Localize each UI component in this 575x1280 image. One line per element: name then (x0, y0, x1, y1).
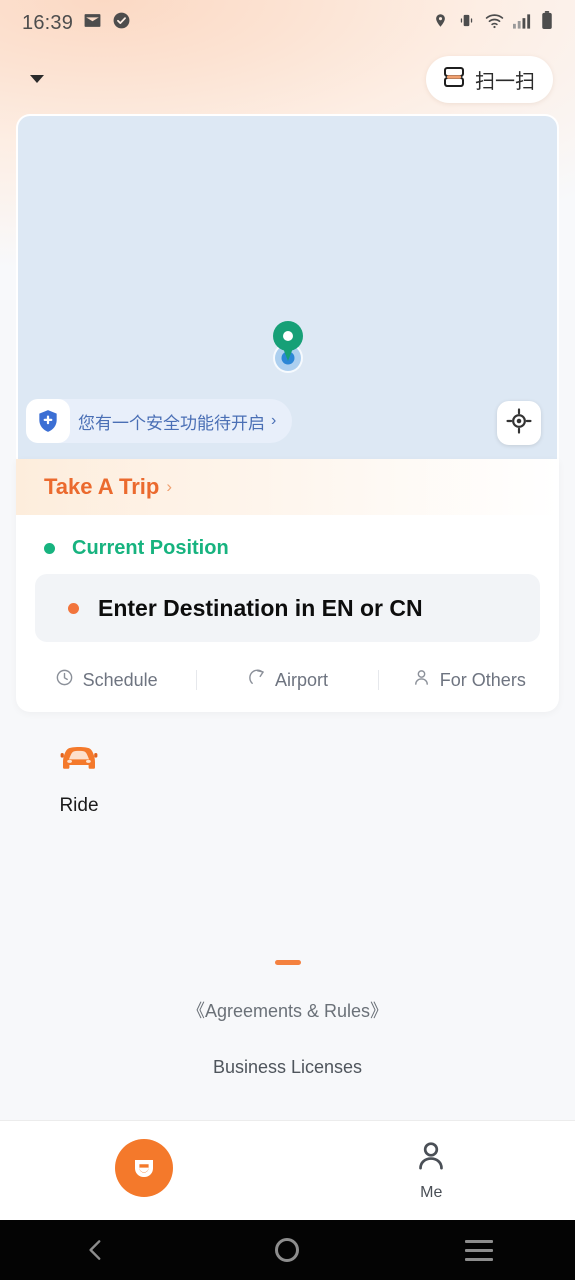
back-icon (89, 1240, 101, 1260)
status-bar-left: 16:39 (22, 11, 131, 35)
scan-code-icon (442, 65, 466, 94)
map-view[interactable]: 您有一个安全功能待开启 › (16, 114, 559, 459)
nav-item-home[interactable] (0, 1138, 288, 1203)
footer-section: 《Agreements & Rules》 Business Licenses (0, 960, 575, 1078)
app-header: 扫一扫 (0, 55, 575, 103)
nav-label-me: Me (420, 1184, 443, 1201)
quick-option-for-others[interactable]: For Others (379, 668, 559, 692)
business-licenses-link[interactable]: Business Licenses (213, 1057, 362, 1078)
status-bar-right (433, 11, 553, 35)
quick-option-label: For Others (439, 669, 526, 690)
quick-option-label: Airport (274, 669, 328, 690)
take-a-trip-label: Take A Trip (44, 474, 160, 499)
quick-option-airport[interactable]: Airport (197, 668, 377, 692)
signal-bars-icon (513, 13, 532, 34)
person-icon (414, 1139, 448, 1178)
android-navigation-bar (0, 1220, 575, 1280)
nav-item-me[interactable]: Me (288, 1139, 575, 1202)
booking-card: Take A Trip › Current Position Enter Des… (16, 459, 559, 712)
wifi-icon (485, 13, 504, 34)
battery-icon (541, 11, 553, 35)
chevron-right-icon: › (166, 477, 172, 496)
safety-banner-text: 您有一个安全功能待开启 (78, 413, 265, 433)
status-time: 16:39 (22, 11, 74, 34)
app-screen: 16:39 扫一扫 您有一个安全功能待开启 › Take A Trip › Cu… (0, 0, 575, 1280)
person-icon (412, 668, 431, 692)
locate-button[interactable] (497, 401, 541, 445)
agreements-link[interactable]: 《Agreements & Rules》 (187, 997, 388, 1023)
location-pin-icon (433, 12, 448, 34)
destination-pin-icon (272, 321, 303, 351)
origin-dot-icon (44, 543, 55, 554)
scan-label: 扫一扫 (475, 70, 535, 93)
bottom-navigation: Me (0, 1120, 575, 1220)
take-a-trip-header[interactable]: Take A Trip › (16, 459, 559, 515)
services-section: Ride (0, 740, 575, 817)
service-label: Ride (59, 795, 99, 816)
caret-down-icon[interactable] (30, 75, 44, 83)
quick-options-row: Schedule Airport For Others (16, 648, 559, 712)
orange-dash-icon (274, 960, 301, 965)
current-position-label: Current Position (72, 537, 229, 559)
android-back-button[interactable] (51, 1220, 141, 1280)
status-bar: 16:39 (0, 0, 575, 46)
didi-logo-icon (114, 1138, 173, 1197)
clock-icon (55, 668, 74, 692)
android-recents-button[interactable] (434, 1220, 524, 1280)
android-home-button[interactable] (242, 1220, 332, 1280)
scan-button[interactable]: 扫一扫 (426, 55, 553, 103)
car-icon (57, 740, 101, 779)
mail-icon (83, 11, 102, 35)
recents-icon (465, 1239, 494, 1261)
shield-plus-icon (26, 399, 70, 443)
chevron-right-icon: › (271, 412, 277, 429)
destination-placeholder: Enter Destination in EN or CN (98, 594, 423, 621)
quick-option-schedule[interactable]: Schedule (16, 668, 196, 692)
destination-input[interactable]: Enter Destination in EN or CN (35, 574, 540, 642)
safety-banner[interactable]: 您有一个安全功能待开启 › (26, 399, 293, 443)
check-circle-icon (112, 11, 131, 35)
home-icon (275, 1238, 300, 1262)
current-position-row[interactable]: Current Position (16, 515, 559, 574)
service-item-ride[interactable]: Ride (24, 740, 134, 817)
crosshair-locate-icon (506, 407, 532, 439)
quick-option-label: Schedule (82, 669, 158, 690)
airplane-icon (247, 668, 266, 692)
vibrate-icon (457, 12, 476, 34)
destination-dot-icon (68, 602, 79, 614)
